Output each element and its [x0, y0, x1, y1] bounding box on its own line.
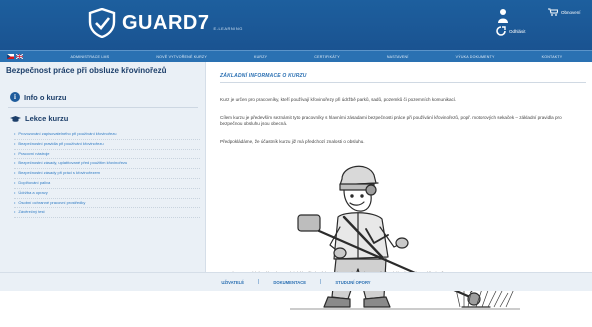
nav-item-documents[interactable]: VÝUKA DOKUMENTY [456, 55, 495, 59]
lesson-list: • Provozování zapisovatelného při používá… [14, 130, 200, 219]
bullet-icon: • [14, 189, 16, 195]
nav-item-settings[interactable]: NASTAVENÍ [387, 55, 409, 59]
intro-paragraph: Kurz je určen pro pracovníky, kteří použ… [220, 97, 457, 102]
bullet-icon: • [14, 160, 16, 166]
nav-item-certificates[interactable]: CERTIFIKÁTY [314, 55, 340, 59]
bullet-icon: • [14, 170, 16, 176]
lesson-label: Bezpečnostní pravidla při používání křov… [18, 140, 104, 146]
footer-link-study-materials[interactable]: STUDIJNÍ OPORY [335, 280, 370, 285]
logout-icon [496, 26, 506, 36]
lesson-label: Údržba a opravy [18, 189, 48, 195]
lesson-link[interactable]: • Provozování zapisovatelného při používá… [14, 130, 200, 140]
register-label: Obnovení [561, 9, 581, 15]
goal-paragraph: Cílem kurzu je především seznámit tyto p… [220, 115, 562, 126]
logo[interactable]: GUARD7 E-LEARNING [88, 8, 243, 38]
worker-with-brushcutter-illustration [290, 165, 520, 310]
logout-link[interactable]: Odhlásit [496, 26, 526, 36]
lesson-label: Závěrečný test [18, 209, 45, 215]
divider: | [320, 279, 322, 285]
main-navigation: ADMINISTRACE LMS NOVĚ VYTVOŘENÉ KURZY KU… [0, 50, 592, 62]
sidebar: Bezpečnost práce při obsluze křovinořezů… [0, 62, 206, 272]
divider: | [258, 279, 260, 285]
language-switcher [7, 54, 25, 59]
lesson-link[interactable]: • Bezpečnostní zásady při práci s křovino… [14, 169, 200, 179]
bullet-icon: • [14, 179, 16, 185]
nav-item-contacts[interactable]: KONTAKTY [542, 55, 563, 59]
bullet-icon: • [14, 131, 16, 136]
uk-flag-icon[interactable] [16, 54, 23, 59]
register-link[interactable]: Obnovení [548, 8, 581, 16]
sidebar-item-lessons[interactable]: Lekce kurzu [10, 114, 68, 123]
sidebar-item-label: Lekce kurzu [25, 114, 69, 123]
cart-icon [548, 8, 558, 16]
nav-item-courses[interactable]: KURZY [254, 55, 267, 59]
sidebar-item-label: Info o kurzu [24, 92, 67, 102]
bullet-icon: • [14, 150, 16, 156]
sidebar-item-course-info[interactable]: i Info o kurzu [10, 92, 67, 102]
footer-link-users[interactable]: UŽIVATELÉ [221, 280, 244, 285]
lesson-link[interactable]: • Bezpečnostní zásady, uplatňované před p… [14, 159, 200, 170]
logo-text: GUARD7 [122, 11, 210, 34]
czech-flag-icon[interactable] [7, 54, 14, 59]
lesson-link[interactable]: • Závěrečný test [14, 208, 200, 219]
header: GUARD7 E-LEARNING Odhlásit Obnovení [0, 0, 592, 50]
bullet-icon: • [14, 209, 16, 215]
lesson-label: Provozování zapisovatelného při používán… [18, 131, 117, 136]
user-icon[interactable] [498, 8, 508, 24]
main-content: Základní informace o kurzu Kurz je určen… [210, 62, 592, 310]
nav-item-lms-admin[interactable]: ADMINISTRACE LMS [71, 55, 110, 59]
shield-check-icon [88, 8, 116, 38]
logo-subtitle: E-LEARNING [213, 25, 243, 31]
lesson-link[interactable]: • Údržba a opravy [14, 189, 200, 199]
info-icon: i [10, 92, 20, 102]
lesson-link[interactable]: • Pracovní nástroje [14, 150, 200, 160]
bullet-icon: • [14, 199, 16, 205]
logout-label: Odhlásit [509, 28, 526, 34]
lesson-label: Pracovní nástroje [18, 150, 50, 156]
lesson-link[interactable]: • Bezpečnostní pravidla při používání křo… [14, 140, 200, 150]
nav-item-new-courses[interactable]: NOVĚ VYTVOŘENÉ KURZY [156, 55, 207, 59]
course-title: Bezpečnost práce při obsluze křovinořezů [6, 66, 167, 75]
page-title: Základní informace o kurzu [220, 73, 307, 79]
divider [8, 107, 198, 108]
graduation-cap-icon [10, 115, 21, 122]
lesson-link[interactable]: • Doplňování paliva [14, 179, 200, 189]
lesson-label: Doplňování paliva [18, 179, 51, 185]
lesson-label: Bezpečnostní zásady při práci s křovinoř… [18, 170, 100, 176]
footer-link-documentation[interactable]: DOKUMENTACE [273, 280, 306, 285]
lesson-label: Osobní ochranné pracovní prostředky [18, 199, 86, 205]
lesson-label: Bezpečnostní zásady, uplatňované před po… [18, 160, 128, 166]
lesson-link[interactable]: • Osobní ochranné pracovní prostředky [14, 199, 200, 209]
bullet-icon: • [14, 140, 16, 146]
footer: UŽIVATELÉ | DOKUMENTACE | STUDIJNÍ OPORY [0, 272, 592, 291]
divider [220, 82, 586, 83]
prerequisite-paragraph: Předpokládáme, že účastník kurzu již má … [220, 139, 365, 144]
